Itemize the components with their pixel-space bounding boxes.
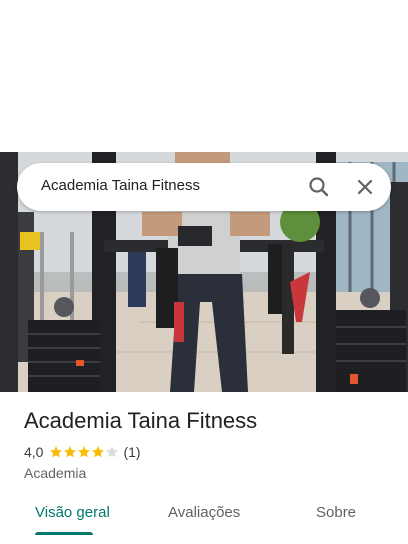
tab-overview[interactable]: Visão geral — [35, 504, 110, 521]
search-query-text[interactable]: Academia Taina Fitness — [41, 177, 200, 194]
tab-about[interactable]: Sobre — [316, 504, 356, 521]
search-button[interactable] — [305, 173, 333, 201]
star-icon — [50, 446, 63, 458]
place-category: Academia — [24, 465, 87, 481]
rating-row[interactable]: 4,0 (1) — [24, 444, 141, 460]
star-icon — [78, 446, 91, 458]
search-bar[interactable]: Academia Taina Fitness — [17, 163, 391, 211]
star-icon — [64, 446, 77, 458]
star-rating — [49, 445, 119, 459]
active-tab-indicator — [35, 532, 93, 535]
clear-search-button[interactable] — [351, 173, 379, 201]
close-icon — [357, 179, 373, 195]
star-icon — [92, 446, 105, 458]
search-icon — [309, 177, 329, 197]
star-empty-icon — [106, 446, 119, 458]
rating-value: 4,0 — [24, 444, 44, 460]
place-tabs: Visão geral Avaliações Sobre — [0, 500, 408, 544]
review-count[interactable]: (1) — [123, 444, 140, 460]
map-blank-area — [0, 0, 408, 152]
place-title: Academia Taina Fitness — [24, 408, 258, 433]
tab-reviews[interactable]: Avaliações — [168, 504, 240, 521]
